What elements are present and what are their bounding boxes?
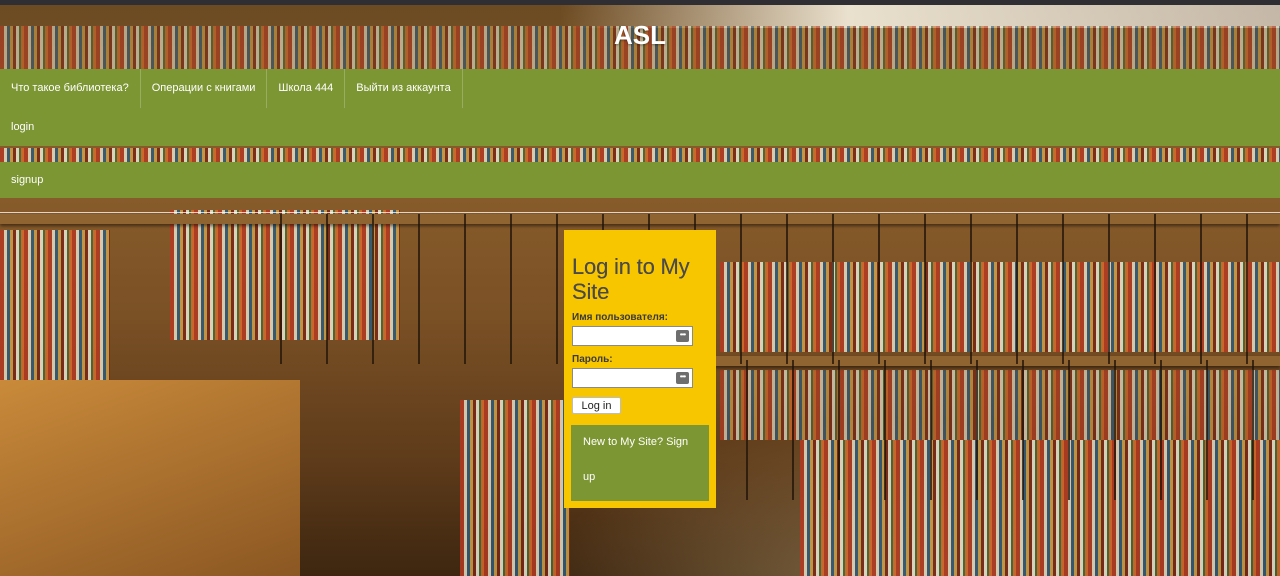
signup-prompt-line2: up xyxy=(583,471,596,483)
nav-item-logout[interactable]: Выйти из аккаунта xyxy=(345,69,463,108)
bookshelf xyxy=(460,400,570,576)
username-label: Имя пользователя: xyxy=(572,312,668,323)
railing-bars xyxy=(280,214,1280,364)
username-input[interactable] xyxy=(573,328,679,346)
username-field-wrapper: ••• xyxy=(572,326,693,346)
login-heading: Log in to My Site xyxy=(572,254,690,304)
nav-item-what-is-library[interactable]: Что такое библиотека? xyxy=(0,69,141,108)
password-input[interactable] xyxy=(573,370,679,388)
divider xyxy=(0,212,1280,213)
nav-item-school[interactable]: Школа 444 xyxy=(267,69,346,108)
nav-item-book-operations[interactable]: Операции с книгами xyxy=(141,69,268,108)
site-title: ASL xyxy=(614,20,666,50)
login-link[interactable]: login xyxy=(0,108,1280,146)
nav-menu: Что такое библиотека? Операции с книгами… xyxy=(0,69,463,108)
login-panel: Log in to My Site Имя пользователя: ••• … xyxy=(564,230,716,508)
password-manager-key-icon[interactable]: ••• xyxy=(676,330,689,342)
password-manager-key-icon[interactable]: ••• xyxy=(676,372,689,384)
window-top-strip xyxy=(0,0,1280,5)
bookshelf xyxy=(0,148,1280,162)
floor xyxy=(0,380,300,576)
railing-bars xyxy=(700,360,1280,500)
signup-prompt-line1: New to My Site? Sign xyxy=(583,436,689,448)
signup-prompt-link[interactable]: New to My Site? Sign up xyxy=(571,425,709,501)
login-button[interactable]: Log in xyxy=(572,397,621,414)
signup-link[interactable]: signup xyxy=(0,162,1280,198)
password-field-wrapper: ••• xyxy=(572,368,693,388)
password-label: Пароль: xyxy=(572,354,613,365)
